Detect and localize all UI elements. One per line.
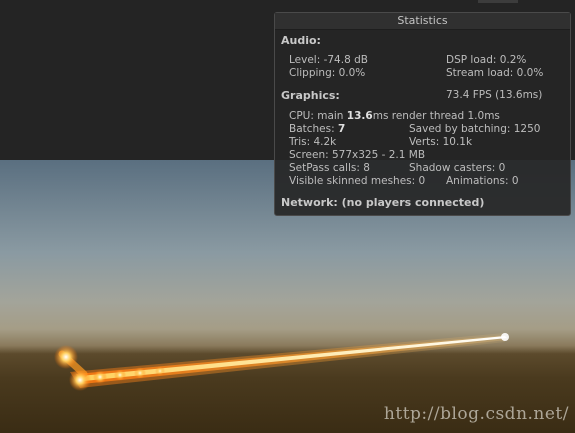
watermark: http://blog.csdn.net/ — [383, 404, 569, 424]
cpu-suffix: ms render thread 1.0ms — [372, 110, 500, 122]
audio-header: Audio: — [281, 34, 321, 47]
trail-head — [501, 333, 509, 341]
graphics-tris: Tris: 4.2k — [289, 136, 337, 148]
trail-flare-4 — [114, 369, 126, 381]
graphics-saved-by-batching: Saved by batching: 1250 — [409, 123, 541, 135]
toolbar-tab[interactable] — [478, 0, 518, 3]
graphics-setpass: SetPass calls: 8 — [289, 162, 370, 174]
graphics-visible-skinned: Visible skinned meshes: 0 — [289, 175, 426, 187]
graphics-fps: 73.4 FPS (13.6ms) — [446, 89, 543, 101]
audio-level: Level: -74.8 dB — [289, 54, 368, 66]
trail-flare-1 — [54, 345, 78, 369]
trail-flare-2 — [69, 369, 91, 391]
graphics-animations: Animations: 0 — [446, 175, 519, 187]
batches-prefix: Batches: — [289, 123, 338, 135]
graphics-batches: Batches: 7 — [289, 123, 345, 136]
graphics-screen: Screen: 577x325 - 2.1 MB — [289, 149, 426, 161]
audio-clipping: Clipping: 0.0% — [289, 67, 366, 79]
graphics-cpu: CPU: main 13.6ms render thread 1.0ms — [289, 110, 500, 123]
statistics-panel: Statistics Audio: Level: -74.8 dB DSP lo… — [274, 12, 571, 216]
cpu-prefix: CPU: main — [289, 110, 347, 122]
cpu-main-value: 13.6 — [346, 110, 373, 122]
graphics-header: Graphics: — [281, 89, 340, 102]
graphics-verts: Verts: 10.1k — [409, 136, 473, 148]
graphics-shadow-casters: Shadow casters: 0 — [409, 162, 506, 174]
network-status: Network: (no players connected) — [281, 196, 485, 209]
audio-stream-load: Stream load: 0.0% — [446, 67, 544, 79]
trail-flare-6 — [155, 366, 165, 376]
audio-dsp-load: DSP load: 0.2% — [446, 54, 527, 66]
trail-flare-3 — [93, 370, 107, 384]
batches-value: 7 — [338, 123, 346, 135]
trail-flare-5 — [134, 367, 146, 379]
statistics-title: Statistics — [275, 13, 570, 30]
